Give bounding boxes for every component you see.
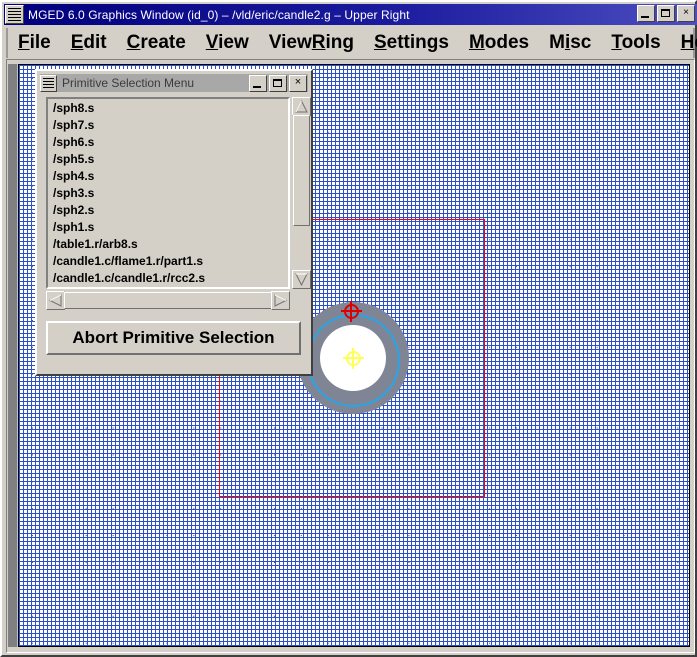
dialog-close-button[interactable]: × (289, 75, 307, 92)
menu-viewring[interactable]: ViewRing (259, 32, 364, 54)
center-crosshair-v (352, 347, 354, 369)
vscrollbar-up-button[interactable] (292, 97, 311, 116)
vscrollbar-down-button[interactable] (292, 270, 311, 289)
triangle-left-icon (48, 294, 62, 307)
list-item[interactable]: /sph2.s (50, 202, 286, 219)
canvas-left-gutter (8, 64, 18, 647)
hscrollbar-left-button[interactable] (46, 291, 65, 310)
list-item[interactable]: /sph5.s (50, 151, 286, 168)
dialog-maximize-button[interactable] (269, 75, 287, 92)
abort-primitive-selection-button[interactable]: Abort Primitive Selection (46, 321, 301, 355)
graphics-canvas-frame: Primitive Selection Menu × /sph8.s/sph7.… (6, 59, 695, 653)
menu-tools[interactable]: Tools (601, 32, 670, 54)
edit-point-marker[interactable] (340, 300, 362, 322)
primitive-list-vertical-scrollbar[interactable] (292, 97, 311, 289)
dialog-minimize-icon (253, 86, 261, 88)
close-icon: × (683, 7, 689, 18)
menu-bar: File Edit Create View ViewRing Settings … (6, 28, 697, 58)
menu-help[interactable]: Help (671, 32, 697, 54)
vscrollbar-thumb[interactable] (293, 115, 310, 226)
menu-modes[interactable]: Modes (459, 32, 539, 54)
list-item[interactable]: /candle1.c/flame1.r/part1.s (50, 253, 286, 270)
menu-misc[interactable]: Misc (539, 32, 601, 54)
list-item[interactable]: /sph7.s (50, 117, 286, 134)
triangle-right-icon (274, 294, 288, 307)
dialog-window-controls: × (249, 75, 307, 92)
dialog-title: Primitive Selection Menu (62, 76, 195, 90)
list-item[interactable]: /sph1.s (50, 219, 286, 236)
maximize-button[interactable] (657, 5, 675, 22)
menu-settings[interactable]: Settings (364, 32, 459, 54)
list-item[interactable]: /sph3.s (50, 185, 286, 202)
hscrollbar-right-button[interactable] (271, 291, 290, 310)
list-item[interactable]: /candle1.c/candle1.r/rcc2.s (50, 270, 286, 286)
primitive-list-items: /sph8.s/sph7.s/sph6.s/sph5.s/sph4.s/sph3… (50, 100, 286, 286)
menu-edit[interactable]: Edit (61, 32, 117, 54)
hscrollbar-thumb[interactable] (64, 292, 272, 309)
window-title-bar[interactable]: MGED 6.0 Graphics Window (id_0) – /vld/e… (4, 4, 697, 25)
dialog-close-icon: × (294, 76, 302, 88)
menu-view[interactable]: View (196, 32, 259, 54)
list-item[interactable]: /sph8.s (50, 100, 286, 117)
primitive-list[interactable]: /sph8.s/sph7.s/sph6.s/sph5.s/sph4.s/sph3… (46, 97, 290, 289)
list-item[interactable]: /sph6.s (50, 134, 286, 151)
dialog-system-menu-icon[interactable] (40, 74, 57, 92)
maximize-icon (661, 9, 670, 17)
dialog-minimize-button[interactable] (249, 75, 267, 92)
edit-point-crosshair-v (350, 300, 352, 322)
mged-application-window: MGED 6.0 Graphics Window (id_0) – /vld/e… (0, 0, 697, 657)
minimize-button[interactable] (637, 5, 655, 22)
menu-create[interactable]: Create (117, 32, 196, 54)
window-controls: × (637, 5, 695, 22)
primitive-selection-dialog[interactable]: Primitive Selection Menu × /sph8.s/sph7.… (35, 69, 313, 376)
menu-file[interactable]: File (8, 32, 61, 54)
triangle-up-icon (295, 99, 308, 113)
list-item[interactable]: /sph4.s (50, 168, 286, 185)
triangle-down-icon (295, 273, 308, 287)
minimize-icon (641, 16, 649, 18)
primitive-list-horizontal-scrollbar[interactable] (46, 291, 290, 310)
dialog-maximize-icon (273, 79, 282, 87)
center-marker[interactable] (342, 347, 364, 369)
window-title: MGED 6.0 Graphics Window (id_0) – /vld/e… (28, 7, 410, 22)
list-item[interactable]: /table1.r/arb8.s (50, 236, 286, 253)
close-button[interactable]: × (677, 5, 695, 22)
dialog-title-bar[interactable]: Primitive Selection Menu × (40, 74, 308, 92)
system-menu-icon[interactable] (5, 5, 24, 24)
